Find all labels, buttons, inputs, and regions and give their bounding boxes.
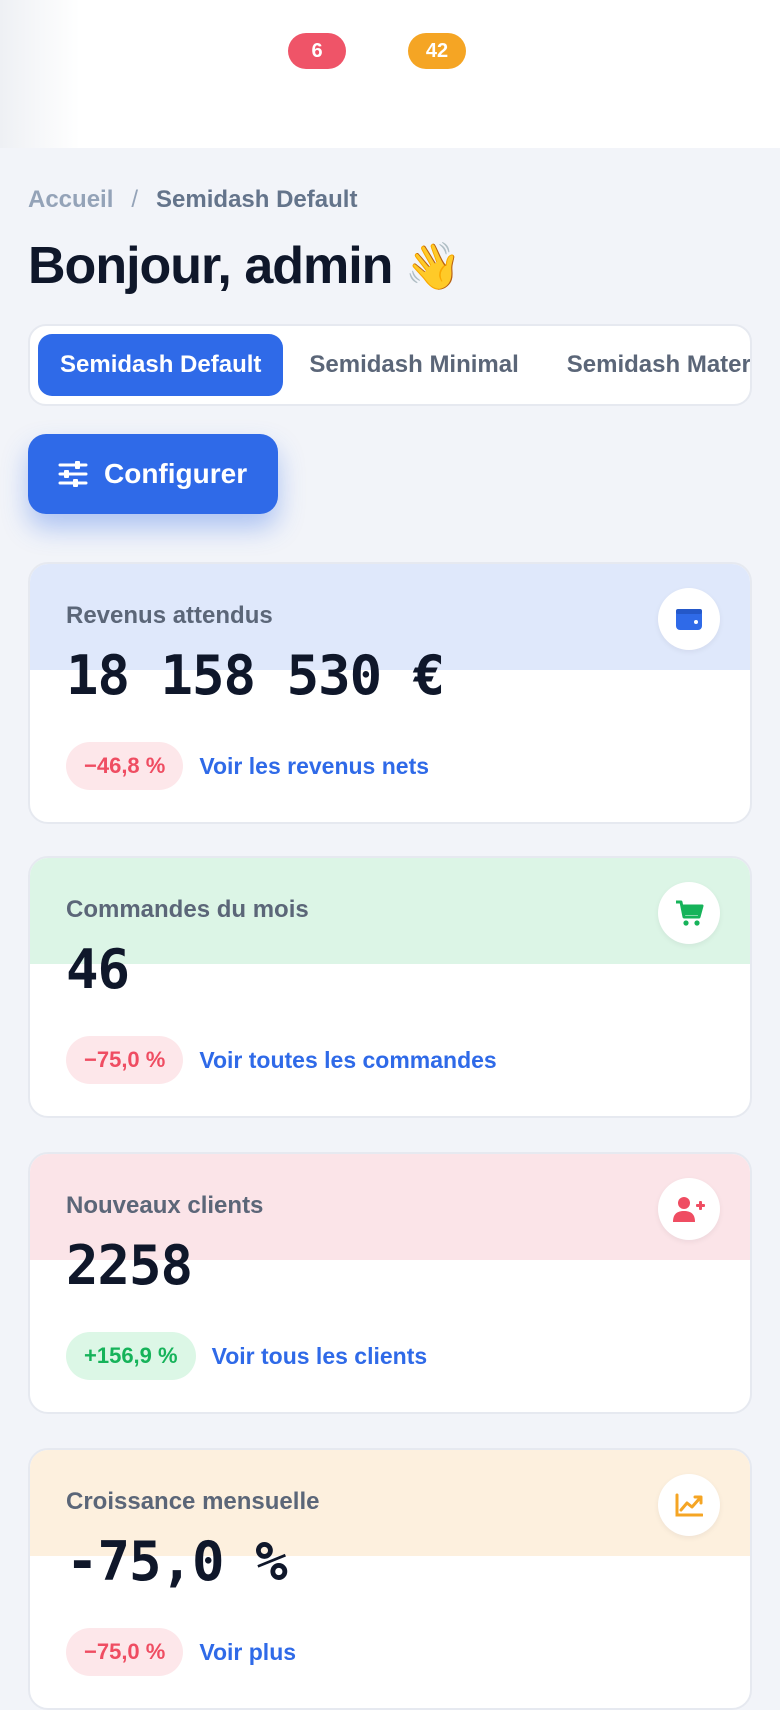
wallet-icon	[658, 588, 720, 650]
waving-hand-icon: 👋	[404, 239, 461, 292]
stat-label: Nouveaux clients	[66, 1192, 264, 1219]
change-badge: −75,0 %	[66, 1628, 184, 1676]
notification-count-badge[interactable]: 6	[288, 33, 346, 69]
view-net-revenue-link[interactable]: Voir les revenus nets	[199, 753, 429, 780]
tab-semidash-default[interactable]: Semidash Default	[38, 334, 284, 396]
trend-chart-icon	[658, 1474, 720, 1536]
dashboard-tabs: Semidash Default Semidash Minimal Semida…	[28, 324, 752, 406]
greeting-text: Bonjour, admin	[28, 237, 393, 295]
tab-semidash-material[interactable]: Semidash Material	[545, 334, 750, 396]
stat-label: Commandes du mois	[66, 896, 309, 923]
stat-card-new-customers: Nouveaux clients 2258 +156,9 % Voir tous…	[28, 1152, 752, 1414]
stat-value: 46	[66, 938, 130, 1001]
breadcrumb: Accueil / Semidash Default	[28, 186, 357, 214]
tab-semidash-minimal[interactable]: Semidash Minimal	[287, 334, 540, 396]
page-title: Bonjour, admin 👋	[28, 236, 462, 296]
user-plus-icon	[658, 1178, 720, 1240]
view-all-orders-link[interactable]: Voir toutes les commandes	[199, 1047, 496, 1074]
view-all-customers-link[interactable]: Voir tous les clients	[212, 1343, 428, 1370]
view-more-link[interactable]: Voir plus	[199, 1639, 296, 1666]
change-badge: +156,9 %	[66, 1332, 196, 1380]
stat-label: Revenus attendus	[66, 602, 273, 629]
stat-card-monthly-orders: Commandes du mois 46 −75,0 % Voir toutes…	[28, 856, 752, 1118]
change-badge: −75,0 %	[66, 1036, 184, 1084]
cart-icon	[658, 882, 720, 944]
breadcrumb-separator: /	[131, 186, 139, 213]
stat-label: Croissance mensuelle	[66, 1488, 320, 1515]
sidebar-edge-shadow	[0, 0, 80, 148]
stat-card-monthly-growth: Croissance mensuelle -75,0 % −75,0 % Voi…	[28, 1448, 752, 1710]
stat-card-expected-revenue: Revenus attendus 18 158 530 € −46,8 % Vo…	[28, 562, 752, 824]
change-badge: −46,8 %	[66, 742, 184, 790]
breadcrumb-home-link[interactable]: Accueil	[28, 186, 113, 214]
stat-value: -75,0 %	[66, 1530, 288, 1593]
configure-button-label: Configurer	[104, 458, 248, 489]
message-count-badge[interactable]: 42	[408, 33, 466, 69]
configure-button[interactable]: Configurer	[28, 434, 278, 514]
top-bar: 6 42	[0, 0, 780, 148]
sliders-icon	[58, 461, 88, 487]
stat-value: 18 158 530 €	[66, 644, 445, 707]
stat-value: 2258	[66, 1234, 193, 1297]
breadcrumb-current: Semidash Default	[156, 186, 358, 213]
